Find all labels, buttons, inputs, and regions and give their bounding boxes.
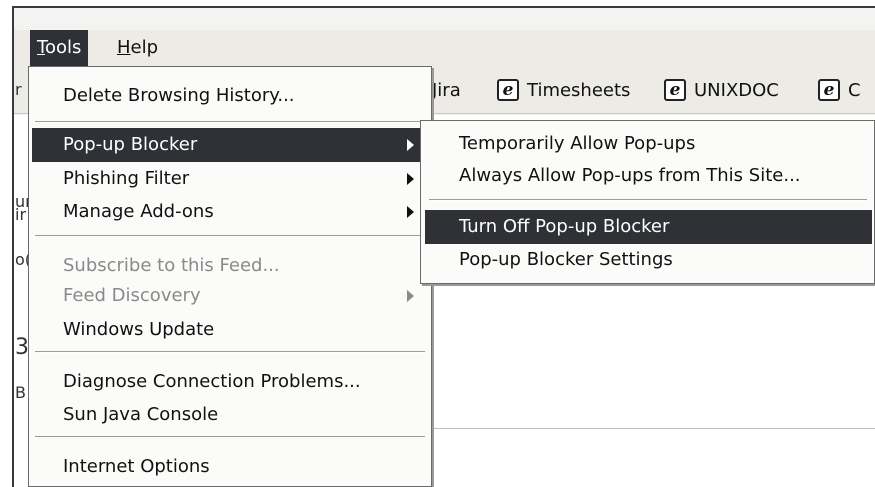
ie-page-icon: e <box>818 79 840 101</box>
submenu-item-blocker-settings[interactable]: Pop-up Blocker Settings <box>425 243 872 277</box>
submenu-arrow-icon <box>407 206 414 218</box>
menu-item-manage-add-ons[interactable]: Manage Add-ons <box>32 195 428 229</box>
menu-item-label: Pop-up Blocker <box>63 134 198 155</box>
menu-item-label: Sun Java Console <box>63 404 219 425</box>
submenu-item-label: Temporarily Allow Pop-ups <box>459 133 696 154</box>
popup-blocker-submenu: Temporarily Allow Pop-ups Always Allow P… <box>420 120 875 284</box>
link-timesheets-label: Timesheets <box>527 79 631 101</box>
menu-separator <box>35 351 425 353</box>
submenu-arrow-icon <box>407 290 414 302</box>
link-jira-label: Jira <box>432 79 461 101</box>
submenu-item-label: Pop-up Blocker Settings <box>459 249 673 270</box>
menu-item-label: Manage Add-ons <box>63 201 214 222</box>
menu-item-label: Subscribe to this Feed... <box>63 255 280 276</box>
menu-item-popup-blocker[interactable]: Pop-up Blocker <box>32 128 428 162</box>
submenu-item-label: Turn Off Pop-up Blocker <box>459 216 670 237</box>
menu-item-phishing-filter[interactable]: Phishing Filter <box>32 162 428 196</box>
window-border-top <box>12 6 875 8</box>
menu-item-label: Internet Options <box>63 456 210 477</box>
menu-item-label: Feed Discovery <box>63 285 201 306</box>
link-jira[interactable]: Jira <box>432 77 461 103</box>
menu-help[interactable]: Help <box>110 30 165 66</box>
submenu-arrow-icon <box>407 139 414 151</box>
menu-help-accel: H <box>117 37 131 58</box>
menu-separator <box>35 436 425 438</box>
menu-tools[interactable]: Tools <box>30 30 89 66</box>
submenu-item-label: Always Allow Pop-ups from This Site... <box>459 165 801 186</box>
left-fragment: 3 <box>15 335 29 360</box>
tools-menu: Delete Browsing History... Pop-up Blocke… <box>28 66 432 487</box>
menu-item-label: Diagnose Connection Problems... <box>63 371 361 392</box>
menu-bar: Tools Help <box>14 30 875 66</box>
left-fragment: ir <box>15 205 27 224</box>
menu-item-subscribe-feed[interactable]: Subscribe to this Feed... <box>32 249 428 283</box>
link-unixdoc[interactable]: e UNIXDOC <box>664 77 779 103</box>
menu-item-windows-update[interactable]: Windows Update <box>32 313 428 347</box>
left-fragment: r <box>15 80 22 99</box>
ie-page-icon: e <box>664 79 686 101</box>
menu-separator <box>35 235 425 237</box>
page-divider <box>432 428 875 429</box>
submenu-item-turn-off-blocker[interactable]: Turn Off Pop-up Blocker <box>425 210 872 244</box>
menu-item-label: Phishing Filter <box>63 168 190 189</box>
menu-item-internet-options[interactable]: Internet Options <box>32 450 428 484</box>
submenu-item-always-allow[interactable]: Always Allow Pop-ups from This Site... <box>425 159 872 193</box>
link-timesheets[interactable]: e Timesheets <box>497 77 630 103</box>
menu-help-label: elp <box>130 37 159 58</box>
menu-item-diagnose-connection[interactable]: Diagnose Connection Problems... <box>32 365 428 399</box>
menu-item-label: Delete Browsing History... <box>63 85 295 106</box>
link-unixdoc-label: UNIXDOC <box>694 79 779 101</box>
left-fragment: B <box>15 383 26 402</box>
submenu-arrow-icon <box>407 173 414 185</box>
menu-tools-label: ools <box>44 37 82 58</box>
menu-item-sun-java-console[interactable]: Sun Java Console <box>32 398 428 432</box>
submenu-item-temporarily-allow[interactable]: Temporarily Allow Pop-ups <box>425 127 872 161</box>
menu-item-label: Windows Update <box>63 319 215 340</box>
link-c-label: C <box>848 79 861 101</box>
menu-tools-accel: T <box>37 37 45 58</box>
menu-item-delete-browsing-history[interactable]: Delete Browsing History... <box>32 79 428 113</box>
link-c[interactable]: e C <box>818 77 861 103</box>
ie-page-icon: e <box>497 79 519 101</box>
menu-item-feed-discovery[interactable]: Feed Discovery <box>32 279 428 313</box>
menu-separator <box>429 199 867 201</box>
menu-separator <box>35 121 425 123</box>
